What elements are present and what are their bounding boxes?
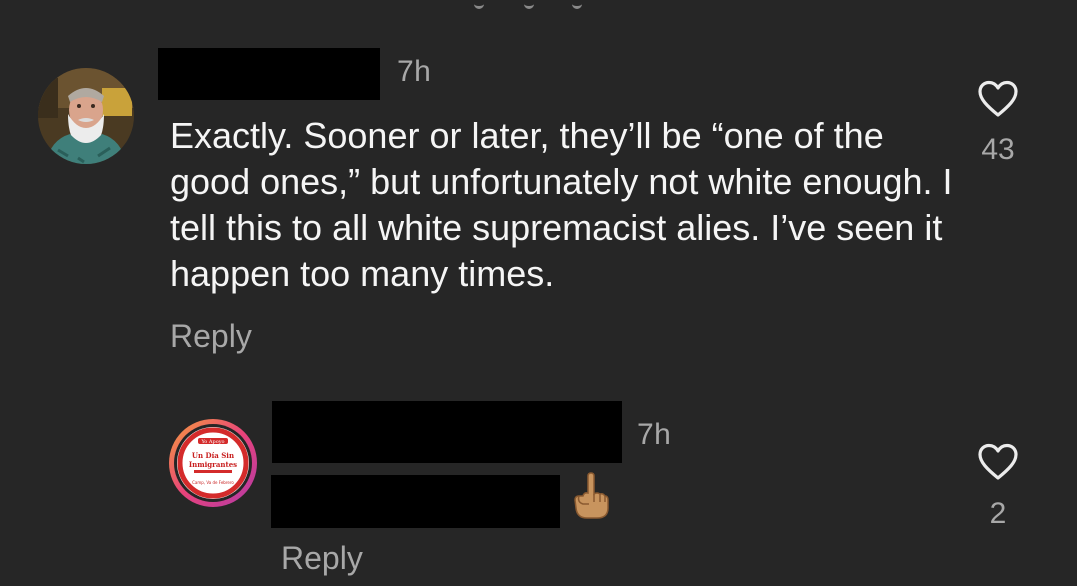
comment-body: Exactly. Sooner or later, they’ll be “on… — [170, 115, 953, 294]
comment-time: 7h — [637, 418, 672, 451]
reply-button[interactable]: Reply — [170, 318, 252, 355]
commenter-avatar[interactable] — [38, 68, 134, 164]
svg-text:Un Día Sin: Un Día Sin — [192, 451, 234, 460]
like-count: 2 — [989, 497, 1007, 530]
heart-icon — [978, 443, 1018, 480]
bearded-man-photo — [38, 68, 134, 164]
un-dia-sin-inmigrantes-badge: Yo Apoyo Un Día Sin Inmigrantes Camp, Va… — [169, 419, 257, 507]
svg-text:Inmigrantes: Inmigrantes — [189, 460, 237, 469]
reply-button[interactable]: Reply — [281, 540, 363, 577]
redacted-comment-text — [271, 475, 560, 528]
heart-icon — [978, 80, 1018, 117]
svg-text:Camp, Va de Febrero: Camp, Va de Febrero — [192, 480, 234, 485]
pointing-up-emoji — [571, 472, 609, 520]
svg-text:Yo Apoyo: Yo Apoyo — [200, 439, 224, 445]
like-button[interactable] — [977, 80, 1019, 123]
redacted-username — [158, 48, 380, 100]
comment-time: 7h — [397, 55, 432, 88]
like-count: 43 — [981, 133, 1015, 166]
like-button[interactable] — [977, 443, 1019, 486]
previous-comment-fragment — [0, 0, 1077, 10]
commenter-avatar[interactable]: Yo Apoyo Un Día Sin Inmigrantes Camp, Va… — [168, 418, 258, 508]
redacted-username — [272, 401, 622, 463]
